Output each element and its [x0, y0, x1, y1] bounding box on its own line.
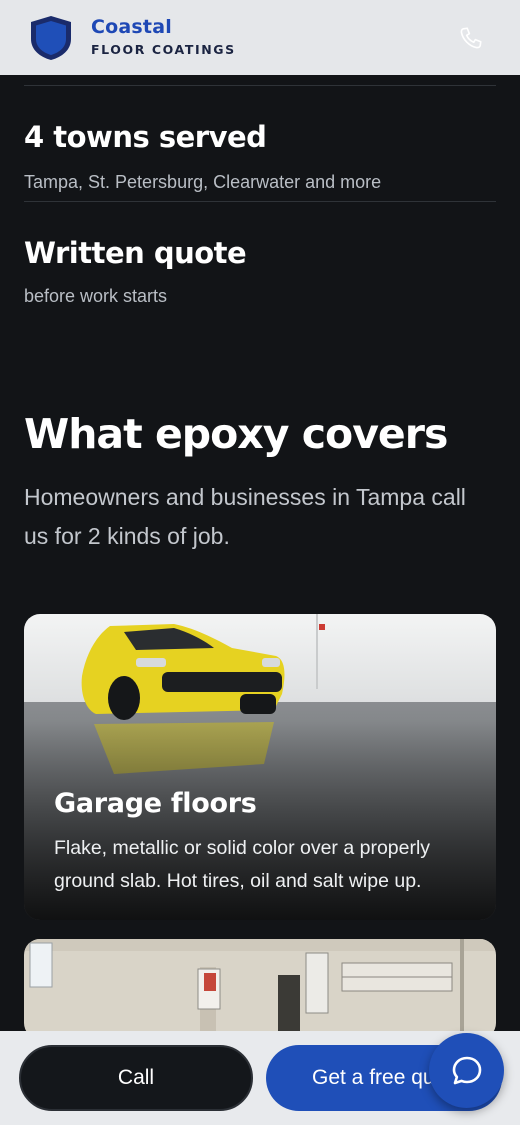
divider: [24, 85, 496, 86]
stat-subtitle: before work starts: [24, 286, 168, 306]
call-button[interactable]: Call: [19, 1045, 253, 1111]
brand-name: Coastal: [91, 16, 172, 39]
shield-logo-icon[interactable]: [30, 15, 72, 61]
stat-title: Written quote: [24, 236, 247, 270]
section-title: What epoxy covers: [24, 410, 448, 458]
stat-subtitle: Tampa, St. Petersburg, Clearwater and mo…: [24, 172, 382, 192]
card-title: Garage floors: [54, 788, 257, 819]
chat-button[interactable]: [429, 1033, 504, 1108]
card-description: Flake, metallic or solid color over a pr…: [54, 837, 431, 892]
brand[interactable]: Coastal FLOOR COATINGS: [91, 18, 236, 57]
service-card-garage[interactable]: Garage floors Flake, metallic or solid c…: [24, 614, 496, 920]
phone-icon[interactable]: [458, 25, 484, 51]
divider: [24, 201, 496, 202]
site-header: Coastal FLOOR COATINGS: [0, 0, 520, 75]
stat-title: 4 towns served: [24, 120, 267, 154]
service-card-commercial[interactable]: [24, 939, 496, 1039]
commercial-floor-image: [24, 939, 496, 1039]
chat-bubble-icon: [452, 1056, 481, 1084]
section-lead: Homeowners and businesses in Tampa call …: [24, 484, 466, 549]
brand-tagline: FLOOR COATINGS: [91, 42, 236, 58]
